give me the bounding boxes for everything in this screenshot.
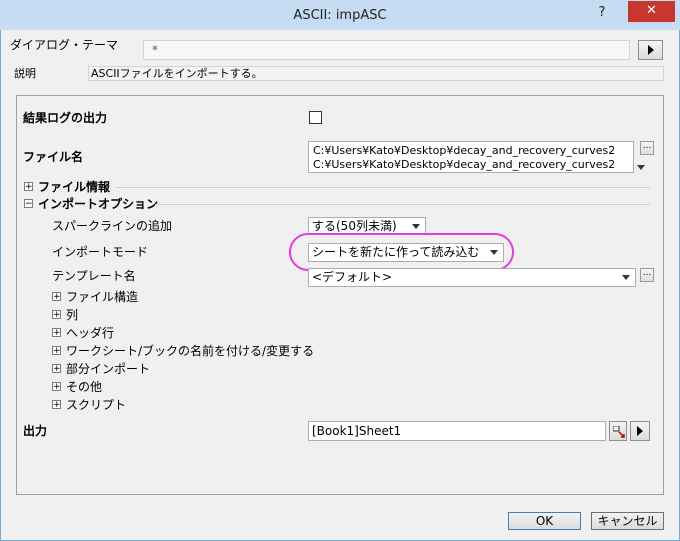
template-label: テンプレート名 — [52, 269, 136, 283]
template-select[interactable]: <デフォルト> — [308, 268, 636, 287]
cancel-button[interactable]: キャンセル — [591, 512, 664, 530]
expand-icon[interactable]: + — [52, 382, 61, 392]
description-field: ASCIIファイルをインポートする。 — [88, 66, 664, 81]
output-menu-button[interactable] — [630, 421, 650, 441]
section-file-structure[interactable]: ファイル構造 — [66, 289, 138, 305]
chevron-down-icon — [412, 224, 420, 229]
file-list-dropdown[interactable] — [636, 162, 646, 172]
template-value: <デフォルト> — [312, 270, 393, 284]
sparkline-label: スパークラインの追加 — [52, 219, 173, 233]
output-pick-button[interactable] — [609, 421, 627, 441]
template-browse-button[interactable]: ... — [640, 268, 654, 282]
section-divider — [155, 204, 650, 205]
file-name-line: C:¥Users¥Kato¥Desktop¥decay_and_recovery… — [313, 144, 616, 157]
section-script[interactable]: スクリプト — [66, 397, 126, 413]
file-name-list[interactable]: C:¥Users¥Kato¥Desktop¥decay_and_recovery… — [308, 141, 634, 173]
section-misc[interactable]: その他 — [66, 379, 102, 395]
section-divider — [116, 187, 650, 188]
theme-menu-button[interactable] — [638, 40, 663, 60]
play-icon — [648, 45, 654, 55]
import-mode-label: インポートモード — [52, 245, 149, 259]
result-log-checkbox[interactable] — [309, 111, 322, 124]
theme-label: ダイアログ・テーマ — [10, 38, 119, 52]
output-label: 出力 — [23, 424, 48, 438]
chevron-down-icon — [637, 165, 645, 170]
file-info-label: ファイル情報 — [38, 180, 111, 194]
import-options-label: インポートオプション — [38, 197, 159, 211]
collapse-icon[interactable]: − — [24, 199, 33, 209]
section-columns[interactable]: 列 — [66, 307, 78, 323]
sparkline-value: する(50列未満) — [312, 219, 397, 233]
result-log-label: 結果ログの出力 — [23, 111, 108, 125]
theme-field[interactable]: * — [143, 40, 630, 60]
section-partial-import[interactable]: 部分インポート — [66, 361, 150, 377]
expand-icon[interactable]: + — [52, 310, 61, 320]
highlight-ellipse — [289, 233, 514, 271]
file-name-line: C:¥Users¥Kato¥Desktop¥decay_and_recovery… — [313, 158, 616, 171]
expand-icon[interactable]: + — [52, 364, 61, 374]
expand-icon[interactable]: + — [52, 292, 61, 302]
expand-icon[interactable]: + — [24, 182, 33, 192]
expand-icon[interactable]: + — [52, 328, 61, 338]
help-button[interactable]: ? — [594, 3, 610, 23]
ok-button[interactable]: OK — [508, 512, 581, 530]
file-browse-button[interactable]: ... — [640, 141, 654, 155]
output-field[interactable]: [Book1]Sheet1 — [308, 421, 606, 441]
expand-icon[interactable]: + — [52, 400, 61, 410]
file-name-label: ファイル名 — [23, 150, 84, 164]
close-button[interactable]: ✕ — [628, 1, 675, 22]
description-label: 説明 — [14, 67, 36, 80]
range-select-icon — [613, 426, 625, 438]
section-header-lines[interactable]: ヘッダ行 — [66, 325, 114, 341]
play-icon — [637, 426, 643, 436]
expand-icon[interactable]: + — [52, 346, 61, 356]
chevron-down-icon — [622, 275, 630, 280]
window-title: ASCII: impASC — [293, 8, 387, 23]
section-rename[interactable]: ワークシート/ブックの名前を付ける/変更する — [66, 343, 314, 359]
